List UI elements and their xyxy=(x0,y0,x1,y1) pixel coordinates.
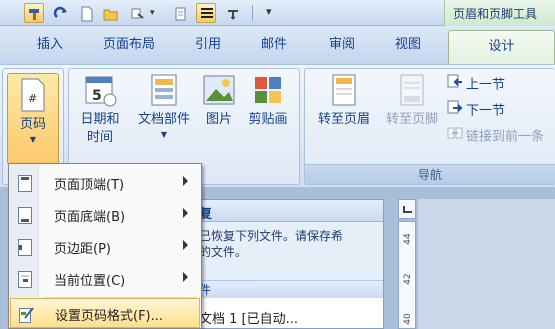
recovery-files-header: 件 xyxy=(191,280,383,298)
new-icon[interactable] xyxy=(76,3,96,23)
navigation-group: 转至页眉 转至页脚 上一节 下一节 链接到前一条 导航 xyxy=(304,68,555,185)
align-icon[interactable] xyxy=(196,3,216,23)
recovery-pane-title: 复 xyxy=(191,200,383,222)
prev-section-button[interactable]: 上一节 xyxy=(447,73,505,95)
page-number-label: 页码 xyxy=(19,117,46,132)
menu-item-page-margins[interactable]: 页边距(P) xyxy=(10,232,200,262)
recovery-message-line-1: 已恢复下列文件。请保存希 xyxy=(199,229,344,243)
calendar-icon: 5 xyxy=(83,73,117,107)
date-time-label-1: 日期和 xyxy=(80,112,120,127)
goto-footer-icon xyxy=(395,73,429,107)
recovery-pane-message: 已恢复下列文件。请保存希 的文件。 xyxy=(191,222,383,280)
stamp-icon[interactable] xyxy=(126,3,146,23)
current-position-icon xyxy=(18,271,32,288)
tab-review[interactable]: 审阅 xyxy=(314,26,370,64)
next-section-label: 下一节 xyxy=(466,103,506,119)
prev-section-icon xyxy=(447,73,463,97)
next-section-icon xyxy=(447,99,463,123)
recovered-file-item[interactable]: 文档 1 [已自动... xyxy=(199,308,298,327)
tab-references[interactable]: 引用 xyxy=(180,26,236,64)
date-time-label-2: 时间 xyxy=(86,130,113,145)
context-tools-title: 页眉和页脚工具 xyxy=(444,0,555,26)
picture-label: 图片 xyxy=(205,112,232,127)
page-margin-icon xyxy=(18,239,32,256)
doc-parts-icon xyxy=(147,73,181,107)
submenu-arrow-icon xyxy=(183,272,188,282)
ruler-tick: 40 xyxy=(403,313,413,325)
page-margin-area xyxy=(418,199,555,329)
customize-toolbar-icon[interactable]: ▾ xyxy=(266,5,272,18)
next-section-button[interactable]: 下一节 xyxy=(447,99,505,121)
quick-access-toolbar: ▾ ▾ 页眉和页脚工具 xyxy=(0,0,555,26)
doc-parts-button[interactable]: 文档部件 ▼ xyxy=(131,73,197,141)
ruler-tick: 44 xyxy=(403,233,413,245)
vertical-ruler: 44 42 40 xyxy=(398,221,416,329)
menu-item-label: 页面底端(B) xyxy=(54,210,126,225)
tab-insert[interactable]: 插入 xyxy=(22,26,78,64)
menu-item-label: 页面顶端(T) xyxy=(54,178,125,193)
menu-item-format-page-numbers[interactable]: 设置页码格式(F)... xyxy=(10,298,200,328)
menu-item-bottom-of-page[interactable]: 页面底端(B) xyxy=(10,200,200,230)
document-recovery-pane: 复 已恢复下列文件。请保存希 的文件。 件 文档 1 [已自动... xyxy=(190,199,384,329)
prev-section-label: 上一节 xyxy=(466,77,506,93)
menu-item-label: 当前位置(C) xyxy=(54,274,126,289)
toolbar-separator xyxy=(252,5,253,21)
menu-item-label: 设置页码格式(F)... xyxy=(55,309,164,324)
clipart-icon xyxy=(251,73,285,107)
submenu-arrow-icon xyxy=(183,176,188,186)
goto-header-icon xyxy=(327,73,361,107)
picture-button[interactable]: 图片 xyxy=(199,73,239,129)
link-previous-button[interactable]: 链接到前一条 xyxy=(447,125,544,147)
dropdown-arrow-icon[interactable]: ▾ xyxy=(150,8,155,18)
page-number-menu: 页面顶端(T) 页面底端(B) 页边距(P) 当前位置(C) 设置页码格式(F)… xyxy=(8,163,202,329)
svg-text:#: # xyxy=(28,92,37,105)
page-number-button[interactable]: # 页码 ▼ xyxy=(7,73,59,165)
svg-text:5: 5 xyxy=(92,88,102,104)
clipart-label: 剪贴画 xyxy=(248,112,288,127)
recovery-message-line-2: 的文件。 xyxy=(199,245,248,259)
tab-design[interactable]: 设计 xyxy=(448,30,555,64)
more-icon[interactable] xyxy=(222,3,242,23)
navigation-group-label: 导航 xyxy=(305,164,555,184)
redo-icon[interactable] xyxy=(50,3,70,23)
tab-page-layout[interactable]: 页面布局 xyxy=(88,26,170,64)
chevron-down-icon: ▼ xyxy=(29,135,37,144)
tab-view[interactable]: 视图 xyxy=(380,26,436,64)
goto-footer-label: 转至页脚 xyxy=(385,112,438,127)
format-page-number-icon xyxy=(19,306,34,323)
ruler-toggle-button[interactable] xyxy=(398,199,416,219)
date-time-button[interactable]: 5 日期和 时间 xyxy=(73,73,127,147)
page-number-icon: # xyxy=(16,78,50,112)
ribbon-tabs: 插入 页面布局 引用 邮件 审阅 视图 设计 xyxy=(0,26,555,64)
page-top-icon xyxy=(18,175,32,192)
menu-item-current-position[interactable]: 当前位置(C) xyxy=(10,264,200,294)
goto-footer-button[interactable]: 转至页脚 xyxy=(379,73,445,129)
format-painter-icon[interactable] xyxy=(24,3,44,23)
tab-mailings[interactable]: 邮件 xyxy=(246,26,302,64)
link-previous-label: 链接到前一条 xyxy=(466,129,545,145)
submenu-arrow-icon xyxy=(183,240,188,250)
picture-icon xyxy=(202,73,236,107)
ruler-tick: 42 xyxy=(403,273,413,285)
page-bottom-icon xyxy=(18,207,32,224)
goto-header-button[interactable]: 转至页眉 xyxy=(311,73,377,129)
goto-header-label: 转至页眉 xyxy=(317,112,370,127)
menu-item-top-of-page[interactable]: 页面顶端(T) xyxy=(10,168,200,198)
link-icon xyxy=(447,125,463,149)
submenu-arrow-icon xyxy=(183,208,188,218)
doc-parts-label: 文档部件 xyxy=(137,112,190,127)
menu-item-label: 页边距(P) xyxy=(54,242,111,257)
clipart-button[interactable]: 剪贴画 xyxy=(241,73,295,129)
open-icon[interactable] xyxy=(100,3,120,23)
chevron-down-icon: ▼ xyxy=(160,130,168,139)
print-preview-icon[interactable] xyxy=(170,3,190,23)
